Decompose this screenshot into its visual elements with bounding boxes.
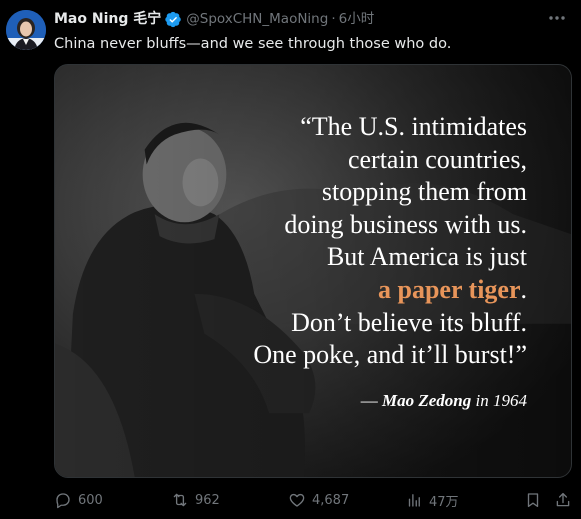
repost-icon [173, 493, 187, 507]
tweet-actions: 600 962 4,687 47万 [54, 490, 574, 510]
handle[interactable]: @SpoxCHN_MaoNing [186, 10, 328, 28]
share-icon [556, 492, 570, 507]
avatar-image [6, 10, 46, 50]
quote-line: certain countries, [347, 144, 527, 174]
tweet-header: Mao Ning 毛宁 @SpoxCHN_MaoNing · 6小时 [54, 10, 374, 28]
quote-line: “The U.S. intimidates [300, 112, 527, 141]
like-count: 4,687 [312, 492, 350, 508]
quote-line: One poke, and it’ll burst!” [253, 340, 527, 370]
tweet-text: China never bluffs—and we see through th… [54, 36, 452, 52]
reply-count: 600 [78, 492, 103, 508]
more-options-icon[interactable] [547, 9, 567, 27]
quote-attribution: — Mao Zedong in 1964 [361, 391, 527, 411]
highlight-suffix: . [520, 274, 528, 304]
share-button[interactable] [554, 490, 572, 510]
tweet: Mao Ning 毛宁 @SpoxCHN_MaoNing · 6小时 China… [0, 0, 581, 519]
quote-line: Don’t believe its bluff. [291, 307, 527, 337]
quote-text: “The U.S. intimidates certain countries,… [253, 111, 527, 372]
views-count: 47万 [429, 494, 459, 510]
quote-line: doing business with us. [284, 209, 527, 239]
timestamp[interactable]: 6小时 [339, 10, 375, 28]
tweet-media-image[interactable]: “The U.S. intimidates certain countries,… [54, 64, 572, 478]
verified-badge-icon [165, 11, 182, 28]
reply-icon [56, 493, 70, 509]
quote-line: But America is just [326, 242, 527, 272]
quote-line: stopping them from [321, 177, 527, 207]
separator-dot: · [331, 11, 336, 27]
repost-count: 962 [195, 492, 220, 508]
like-button[interactable]: 4,687 [288, 490, 349, 510]
attribution-dash: — [360, 391, 378, 410]
repost-button[interactable]: 962 [171, 490, 220, 510]
profile-avatar[interactable] [6, 10, 46, 50]
display-name[interactable]: Mao Ning 毛宁 [54, 10, 161, 28]
views-button[interactable]: 47万 [405, 490, 459, 510]
quote-line-highlight: a paper tiger. [253, 274, 527, 307]
attribution-author: Mao Zedong [382, 391, 472, 410]
heart-icon [289, 493, 305, 507]
views-chart-icon [408, 494, 420, 507]
reply-button[interactable]: 600 [54, 490, 103, 510]
bookmark-icon [527, 493, 539, 508]
attribution-year: in 1964 [475, 391, 527, 410]
highlight-text: a paper tiger [378, 274, 521, 304]
bookmark-button[interactable] [524, 490, 542, 510]
